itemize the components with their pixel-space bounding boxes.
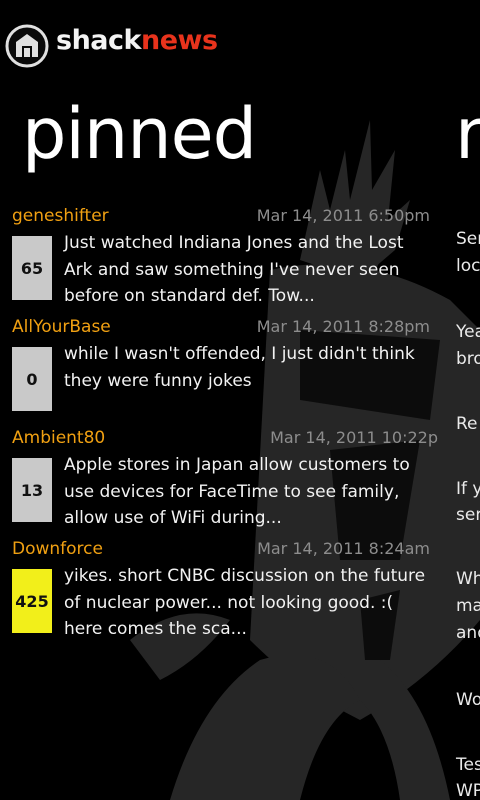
thread-date: Mar 14, 2011 8:24am (257, 539, 430, 558)
thread-author: Downforce (12, 539, 103, 559)
wordmark-news: news (140, 25, 218, 56)
peek-line: Tes (456, 755, 480, 775)
thread-date: Mar 14, 2011 8:28pm (256, 317, 430, 336)
wordmark-shack: shack (56, 25, 141, 56)
shacknews-logo-icon (5, 24, 49, 68)
shacknews-wordmark: shacknews (56, 24, 218, 58)
peek-line: ma (456, 596, 480, 616)
peek-line: WP (456, 781, 480, 800)
peek-line: bro (456, 349, 480, 369)
panorama-title-pinned[interactable]: pinned (22, 92, 257, 176)
pinned-thread-item[interactable]: Ambient80 Mar 14, 2011 10:22p 13 Apple s… (12, 424, 438, 535)
reply-count-badge: 65 (12, 236, 52, 300)
reply-count-badge: 425 (12, 569, 52, 633)
pinned-thread-item[interactable]: Downforce Mar 14, 2011 8:24am 425 yikes.… (12, 535, 438, 646)
peek-line: Wh (456, 569, 480, 589)
thread-author: AllYourBase (12, 317, 111, 337)
pinned-thread-item[interactable]: AllYourBase Mar 14, 2011 8:28pm 0 while … (12, 313, 438, 424)
app-header: shacknews (0, 16, 480, 68)
thread-preview: yikes. short CNBC discussion on the futu… (64, 566, 426, 639)
thread-preview: while I wasn't offended, I just didn't t… (64, 344, 415, 391)
peek-line: and (456, 623, 480, 643)
thread-preview: Just watched Indiana Jones and the Lost … (64, 233, 404, 306)
pinned-thread-item[interactable]: geneshifter Mar 14, 2011 6:50pm 65 Just … (12, 202, 438, 313)
pinned-thread-list: geneshifter Mar 14, 2011 6:50pm 65 Just … (12, 202, 438, 646)
peek-line: ser (456, 505, 480, 525)
thread-date: Mar 14, 2011 10:22p (270, 428, 438, 447)
thread-author: Ambient80 (12, 428, 106, 448)
thread-preview: Apple stores in Japan allow customers to… (64, 455, 410, 528)
reply-count-badge: 13 (12, 458, 52, 522)
reply-count-badge: 0 (12, 347, 52, 411)
peek-line: loc (456, 256, 480, 276)
thread-author: geneshifter (12, 206, 109, 226)
peek-line: Wo (456, 690, 480, 710)
peek-line: Re (456, 414, 478, 434)
thread-date: Mar 14, 2011 6:50pm (256, 206, 430, 225)
peek-line: If y (456, 479, 480, 499)
peek-line: Ser (456, 229, 480, 249)
panorama-title-next-peek[interactable]: n (455, 92, 480, 176)
peek-line: Yea (456, 322, 480, 342)
app-screen: shacknews pinned n geneshifter Mar 14, 2… (0, 0, 480, 800)
